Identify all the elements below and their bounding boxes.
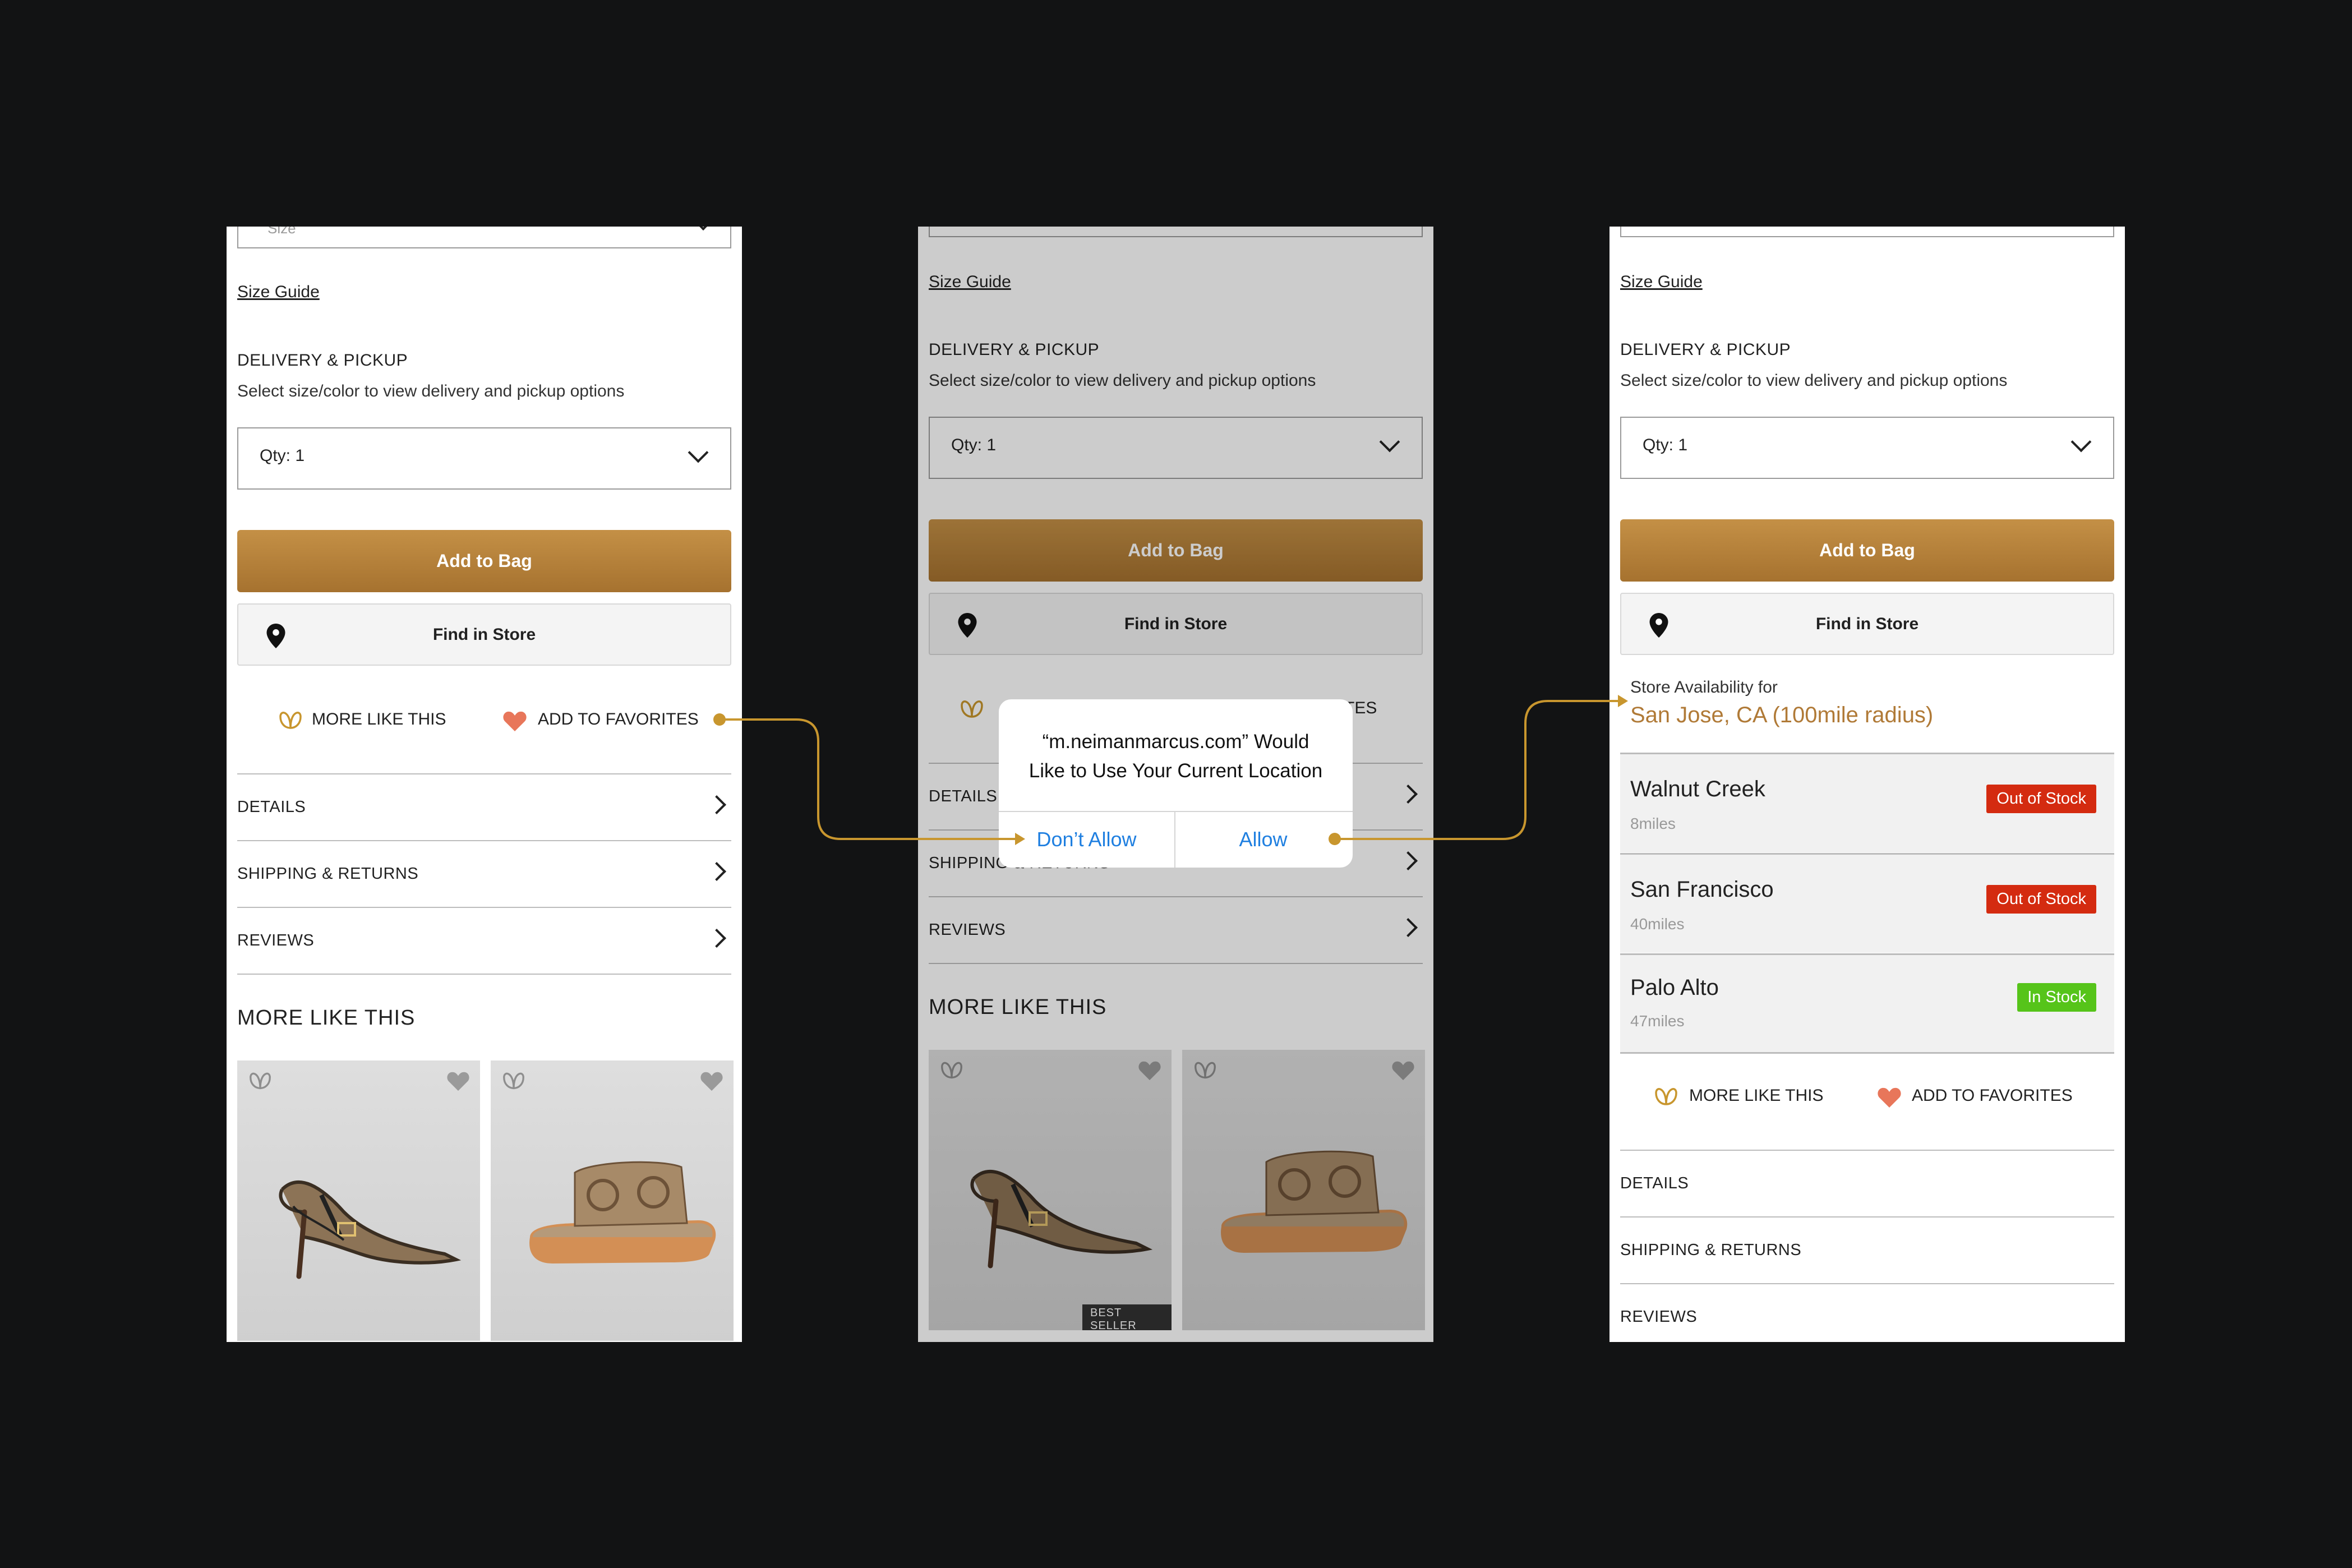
arrowhead-icon — [1618, 695, 1628, 707]
flow-dot — [713, 713, 726, 726]
flow-dot — [1329, 833, 1341, 845]
arrowhead-icon — [1015, 833, 1025, 845]
flow-arrow-allow-to-availability — [1335, 700, 1618, 840]
flow-connectors — [713, 695, 1628, 845]
flow-arrow-favorites-to-dont-allow — [720, 718, 1015, 840]
